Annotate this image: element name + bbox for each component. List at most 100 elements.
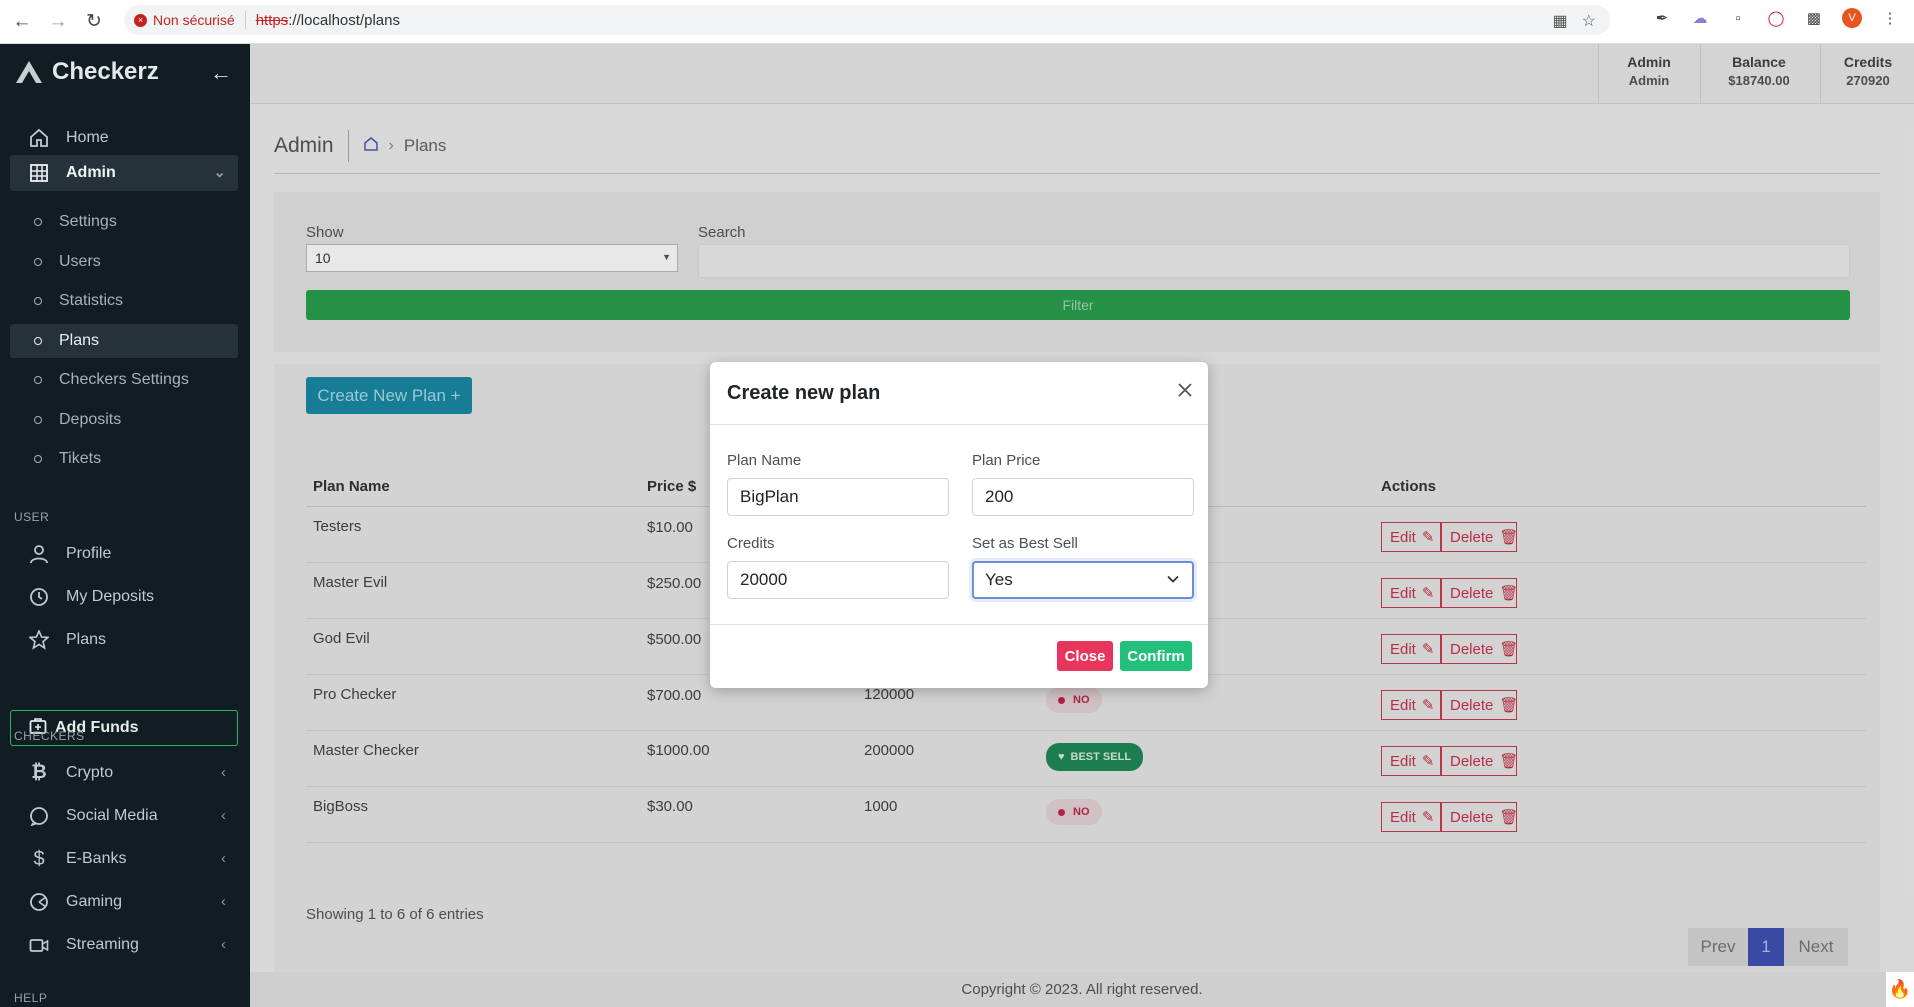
home-icon <box>26 125 52 151</box>
history-icon <box>26 584 52 610</box>
sidebar-item-label: Profile <box>66 545 112 562</box>
warning-icon: × <box>134 13 147 27</box>
cloud-extension-icon[interactable]: ☁ <box>1690 8 1710 28</box>
fire-icon[interactable]: 🔥 <box>1886 972 1914 1007</box>
sidebar-item-gaming[interactable]: Gaming ‹ <box>10 884 238 920</box>
plan-price-input[interactable]: 200 <box>972 478 1194 516</box>
close-button[interactable]: Close <box>1057 641 1113 671</box>
sidebar-subitem-statistics[interactable]: Statistics <box>10 284 238 318</box>
bullet-icon <box>34 258 42 266</box>
chevron-left-icon: ‹ <box>221 936 226 953</box>
best-sell-select[interactable]: Yes <box>972 561 1194 599</box>
sidebar-subitem-label: Plans <box>59 332 100 349</box>
eyedropper-extension-icon[interactable]: ✒ <box>1652 8 1672 28</box>
credits-label: Credits <box>727 535 775 552</box>
browser-toolbar: ← → ↻ × Non sécurisé https://localhost/p… <box>0 0 1914 44</box>
sidebar-subitem-plans[interactable]: Plans <box>10 324 238 358</box>
menu-kebab-icon[interactable]: ⋮ <box>1880 8 1900 28</box>
chevron-left-icon: ‹ <box>221 764 226 781</box>
credits-input[interactable]: 20000 <box>727 561 949 599</box>
plan-name-label: Plan Name <box>727 452 802 469</box>
bullet-icon <box>34 218 42 226</box>
grid-icon <box>26 160 52 186</box>
chevron-down-icon: ⌄ <box>213 164 226 181</box>
sidebar-item-plans[interactable]: Plans <box>10 622 238 658</box>
sidebar-item-home[interactable]: Home <box>10 120 238 156</box>
sidebar-subitem-settings[interactable]: Settings <box>10 205 238 239</box>
chevron-left-icon: ‹ <box>221 893 226 910</box>
bullet-icon <box>34 337 42 345</box>
sidebar-item-e-banks[interactable]: $ E-Banks ‹ <box>10 841 238 877</box>
sidebar-item-label: Gaming <box>66 893 123 910</box>
sidebar-item-label: Home <box>66 129 109 146</box>
sidebar-subitem-label: Settings <box>59 213 117 230</box>
sidebar-subitem-label: Tikets <box>59 450 102 467</box>
sidebar-subitem-deposits[interactable]: Deposits <box>10 403 238 437</box>
modal-footer-divider <box>710 624 1208 625</box>
modal-title: Create new plan <box>727 382 881 404</box>
chat-icon <box>26 803 52 829</box>
opera-extension-icon[interactable]: ◯ <box>1766 8 1786 28</box>
sidebar: Checkerz ← Home Admin ⌄ Settings Users S… <box>0 44 250 1007</box>
brand-logo[interactable]: Checkerz <box>14 58 159 86</box>
sidebar-subitem-checkers-settings[interactable]: Checkers Settings <box>10 363 238 397</box>
star-icon <box>26 627 52 653</box>
sidebar-item-admin[interactable]: Admin ⌄ <box>10 155 238 191</box>
puzzle-extensions-icon[interactable]: ▩ <box>1804 8 1824 28</box>
chevron-left-icon: ‹ <box>221 850 226 867</box>
close-icon[interactable] <box>1175 380 1195 400</box>
modal-header-divider <box>710 424 1208 425</box>
chevron-down-icon <box>1167 575 1179 583</box>
url-path: ://localhost/plans <box>288 11 400 29</box>
sidebar-subitem-label: Users <box>59 253 101 270</box>
create-plan-modal: Create new plan Plan Name BigPlan Plan P… <box>710 362 1208 688</box>
url-scheme: https <box>255 11 289 29</box>
url-divider <box>244 11 246 29</box>
security-status[interactable]: × Non sécurisé <box>134 12 235 28</box>
sidebar-subitem-label: Checkers Settings <box>59 371 189 388</box>
sidebar-item-label: Admin <box>66 164 116 181</box>
best-sell-value: Yes <box>985 570 1013 589</box>
sidebar-item-label: My Deposits <box>66 588 155 605</box>
video-icon <box>26 932 52 958</box>
sidebar-subitem-label: Statistics <box>59 292 124 309</box>
address-bar[interactable]: × Non sécurisé https://localhost/plans ▦… <box>124 5 1610 35</box>
reload-icon[interactable]: ↻ <box>80 8 108 36</box>
brand-name: Checkerz <box>52 58 159 85</box>
collapse-sidebar-icon[interactable]: ← <box>210 60 232 86</box>
sidebar-item-streaming[interactable]: Streaming ‹ <box>10 927 238 963</box>
dollar-icon: $ <box>33 847 45 870</box>
bullet-icon <box>34 297 42 305</box>
section-header-checkers: CHECKERS <box>14 729 85 743</box>
sidebar-item-label: Streaming <box>66 936 139 953</box>
sidebar-item-crypto[interactable]: ₿ Crypto ‹ <box>10 755 238 791</box>
sidebar-subitem-tikets[interactable]: Tikets <box>10 442 238 476</box>
translate-icon[interactable]: ▦ <box>1553 11 1568 31</box>
not-secure-label: Non sécurisé <box>153 12 235 28</box>
back-icon[interactable]: ← <box>8 8 36 36</box>
document-extension-icon[interactable]: ▫ <box>1728 8 1748 28</box>
profile-avatar[interactable]: V <box>1842 8 1862 28</box>
bitcoin-icon: ₿ <box>31 762 47 783</box>
best-sell-label: Set as Best Sell <box>972 535 1078 552</box>
bookmark-star-icon[interactable]: ☆ <box>1582 11 1596 31</box>
checkerz-logo-icon <box>16 61 42 83</box>
bullet-icon <box>34 455 42 463</box>
sidebar-item-my-deposits[interactable]: My Deposits <box>10 579 238 615</box>
bullet-icon <box>34 416 42 424</box>
sidebar-item-label: Plans <box>66 631 107 648</box>
section-header-help: HELP <box>14 991 48 1005</box>
sidebar-item-social-media[interactable]: Social Media ‹ <box>10 798 238 834</box>
sidebar-subitem-users[interactable]: Users <box>10 245 238 279</box>
plan-name-input[interactable]: BigPlan <box>727 478 949 516</box>
sidebar-item-label: E-Banks <box>66 850 127 867</box>
bullet-icon <box>34 376 42 384</box>
forward-icon[interactable]: → <box>44 8 72 36</box>
sidebar-subitem-label: Deposits <box>59 411 122 428</box>
plan-price-label: Plan Price <box>972 452 1041 469</box>
chevron-left-icon: ‹ <box>221 807 226 824</box>
confirm-button[interactable]: Confirm <box>1120 641 1192 671</box>
sidebar-item-label: Crypto <box>66 764 114 781</box>
user-icon <box>26 541 52 567</box>
sidebar-item-profile[interactable]: Profile <box>10 536 238 572</box>
